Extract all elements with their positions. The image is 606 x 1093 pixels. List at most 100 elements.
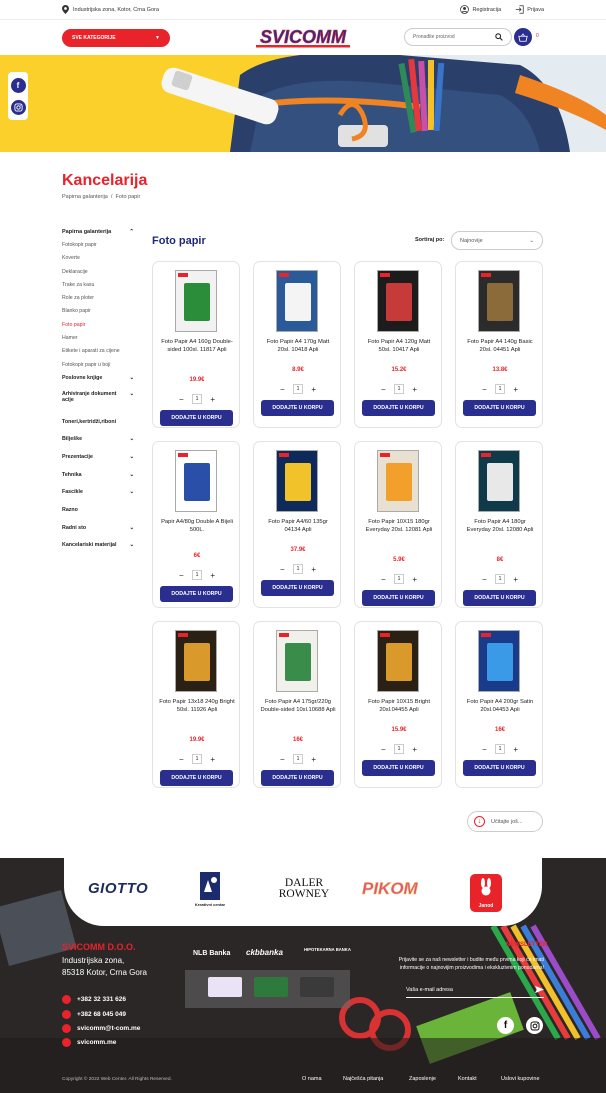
product-name[interactable]: Foto Papir A4 175gr/220g Double-sided 10…: [260, 698, 336, 714]
product-card[interactable]: Foto Papir A4 175gr/220g Double-sided 10…: [253, 621, 341, 788]
product-card[interactable]: Foto Papir A4 200gr Satin 20sl.04453 Apl…: [455, 621, 543, 788]
chevron-down-icon[interactable]: ⌄: [130, 454, 134, 460]
sidebar-group-papirna[interactable]: Papirna galanterija ⌃: [62, 229, 134, 235]
product-name[interactable]: Foto Papir A4 120g Matt 50sl. 10417 Apli: [361, 338, 437, 354]
email-text[interactable]: svicomm@t-com.me: [77, 1025, 140, 1032]
sidebar-category-label[interactable]: Razno: [62, 507, 122, 513]
product-name[interactable]: Foto Papir A4 180gr Everyday 20sl. 12080…: [462, 518, 538, 534]
product-image[interactable]: [478, 270, 520, 332]
quantity-stepper[interactable]: −1 +: [482, 384, 518, 394]
product-card[interactable]: Foto Papir 13x18 240g Bright 50sl. 11926…: [152, 621, 240, 788]
chevron-down-icon[interactable]: ⌄: [130, 375, 134, 381]
sidebar-category[interactable]: Arhiviranje dokument acije ⌄: [62, 391, 134, 403]
sidebar-category[interactable]: Toneri,kertridži,riboni: [62, 419, 134, 425]
sidebar-subitem[interactable]: Foto papir: [62, 319, 134, 332]
send-icon[interactable]: [535, 985, 544, 994]
add-to-cart-button[interactable]: DODAJTE U KORPU: [160, 770, 233, 786]
product-card[interactable]: Foto Papir A4 140g Basic 20sl. 04451 Apl…: [455, 261, 543, 428]
add-to-cart-button[interactable]: DODAJTE U KORPU: [160, 586, 233, 602]
login-label[interactable]: Prijava: [527, 7, 544, 13]
sidebar-category-label[interactable]: Poslovne knjige: [62, 375, 122, 381]
search-icon[interactable]: [495, 33, 503, 41]
instagram-icon[interactable]: [10, 99, 26, 115]
contact-web[interactable]: svicomm.me: [62, 1038, 116, 1047]
sidebar-subitem[interactable]: Deklaracije: [62, 266, 134, 279]
sidebar-subitem[interactable]: Blanko papir: [62, 305, 134, 318]
sidebar-category[interactable]: Fascikle ⌄: [62, 489, 134, 495]
brand-kreativni-centar[interactable]: Kreativni centar: [190, 872, 230, 912]
product-name[interactable]: Foto Papir A4 170g Matt 20sl. 10418 Apli: [260, 338, 336, 354]
product-image[interactable]: [175, 450, 217, 512]
quantity-stepper[interactable]: −1 +: [280, 384, 316, 394]
add-to-cart-button[interactable]: DODAJTE U KORPU: [362, 590, 435, 606]
plus-icon[interactable]: +: [412, 385, 417, 394]
minus-icon[interactable]: −: [179, 571, 184, 580]
add-to-cart-button[interactable]: DODAJTE U KORPU: [261, 580, 334, 596]
quantity-input[interactable]: 1: [495, 574, 505, 584]
minus-icon[interactable]: −: [280, 565, 285, 574]
sidebar-category[interactable]: Radni sto ⌄: [62, 525, 134, 531]
sidebar-category-label[interactable]: Toneri,kertridži,riboni: [62, 419, 122, 425]
product-card[interactable]: Papir A4/80g Double A Bijeli 500L. 6€ −1 + D…: [152, 441, 240, 608]
minus-icon[interactable]: −: [280, 385, 285, 394]
product-name[interactable]: Foto Papir 10X15 Bright 20sl.04455 Apli: [361, 698, 437, 714]
phone-2-text[interactable]: +382 68 045 049: [77, 1011, 126, 1018]
plus-icon[interactable]: +: [311, 755, 316, 764]
sidebar-subitem[interactable]: Hamer: [62, 332, 134, 345]
product-card[interactable]: Foto Papir A4 160g Double-sided 100sl. 1…: [152, 261, 240, 428]
sidebar-subitem[interactable]: Fotokopir papir u boji: [62, 359, 134, 372]
site-logo[interactable]: SVICOMM: [252, 27, 354, 49]
brand-janod[interactable]: Janod: [470, 874, 502, 912]
quantity-input[interactable]: 1: [293, 564, 303, 574]
phone-1-text[interactable]: +382 32 331 626: [77, 996, 126, 1003]
plus-icon[interactable]: +: [513, 745, 518, 754]
chevron-down-icon[interactable]: ⌄: [130, 542, 134, 548]
sidebar-category-label[interactable]: Kancelariski materijal: [62, 542, 122, 548]
all-categories-button[interactable]: SVE KATEGORIJE ▼: [62, 28, 170, 47]
quantity-input[interactable]: 1: [192, 754, 202, 764]
load-more-button[interactable]: ↓ Učitajte još...: [467, 811, 543, 832]
plus-icon[interactable]: +: [412, 575, 417, 584]
sidebar-subitem[interactable]: Etikete i aparati za cijene: [62, 345, 134, 358]
sidebar-subitem[interactable]: Trake za kasu: [62, 279, 134, 292]
brand-giotto[interactable]: GIOTTO: [88, 880, 148, 897]
product-image[interactable]: [175, 270, 217, 332]
minus-icon[interactable]: −: [280, 755, 285, 764]
quantity-stepper[interactable]: −1 +: [381, 744, 417, 754]
plus-icon[interactable]: +: [210, 755, 215, 764]
product-image[interactable]: [377, 270, 419, 332]
product-name[interactable]: Foto Papir 10X15 180gr Everyday 20sl. 12…: [361, 518, 437, 534]
add-to-cart-button[interactable]: DODAJTE U KORPU: [261, 770, 334, 786]
sidebar-subitem[interactable]: Fotokopir papir: [62, 239, 134, 252]
product-image[interactable]: [276, 630, 318, 692]
quantity-input[interactable]: 1: [495, 744, 505, 754]
product-card[interactable]: Foto Papir A4 170g Matt 20sl. 10418 Apli…: [253, 261, 341, 428]
add-to-cart-button[interactable]: DODAJTE U KORPU: [463, 400, 536, 416]
product-image[interactable]: [377, 450, 419, 512]
minus-icon[interactable]: −: [381, 385, 386, 394]
sidebar-category-label[interactable]: Arhiviranje dokument acije: [62, 391, 122, 403]
plus-icon[interactable]: +: [412, 745, 417, 754]
plus-icon[interactable]: +: [210, 571, 215, 580]
product-name[interactable]: Foto Papir 13x18 240g Bright 50sl. 11926…: [159, 698, 235, 714]
plus-icon[interactable]: +: [311, 385, 316, 394]
quantity-input[interactable]: 1: [394, 574, 404, 584]
quantity-input[interactable]: 1: [394, 384, 404, 394]
sidebar-category[interactable]: Tehnika ⌄: [62, 472, 134, 478]
plus-icon[interactable]: +: [311, 565, 316, 574]
sidebar-group-label[interactable]: Papirna galanterija: [62, 229, 111, 235]
chevron-down-icon[interactable]: ⌄: [130, 489, 134, 495]
brand-daler-rowney[interactable]: DALER ROWNEY: [272, 877, 336, 900]
product-name[interactable]: Foto Papir A4/60 135gr 04134 Apli: [260, 518, 336, 534]
product-image[interactable]: [276, 270, 318, 332]
quantity-input[interactable]: 1: [394, 744, 404, 754]
login-link[interactable]: Prijava: [515, 5, 544, 14]
minus-icon[interactable]: −: [482, 575, 487, 584]
sort-select[interactable]: Najnovije ⌄: [451, 231, 543, 250]
quantity-input[interactable]: 1: [192, 394, 202, 404]
quantity-stepper[interactable]: −1 +: [179, 754, 215, 764]
quantity-input[interactable]: 1: [495, 384, 505, 394]
footer-instagram-icon[interactable]: [526, 1017, 543, 1034]
product-name[interactable]: Foto Papir A4 200gr Satin 20sl.04453 Apl…: [462, 698, 538, 714]
quantity-stepper[interactable]: −1 +: [482, 744, 518, 754]
